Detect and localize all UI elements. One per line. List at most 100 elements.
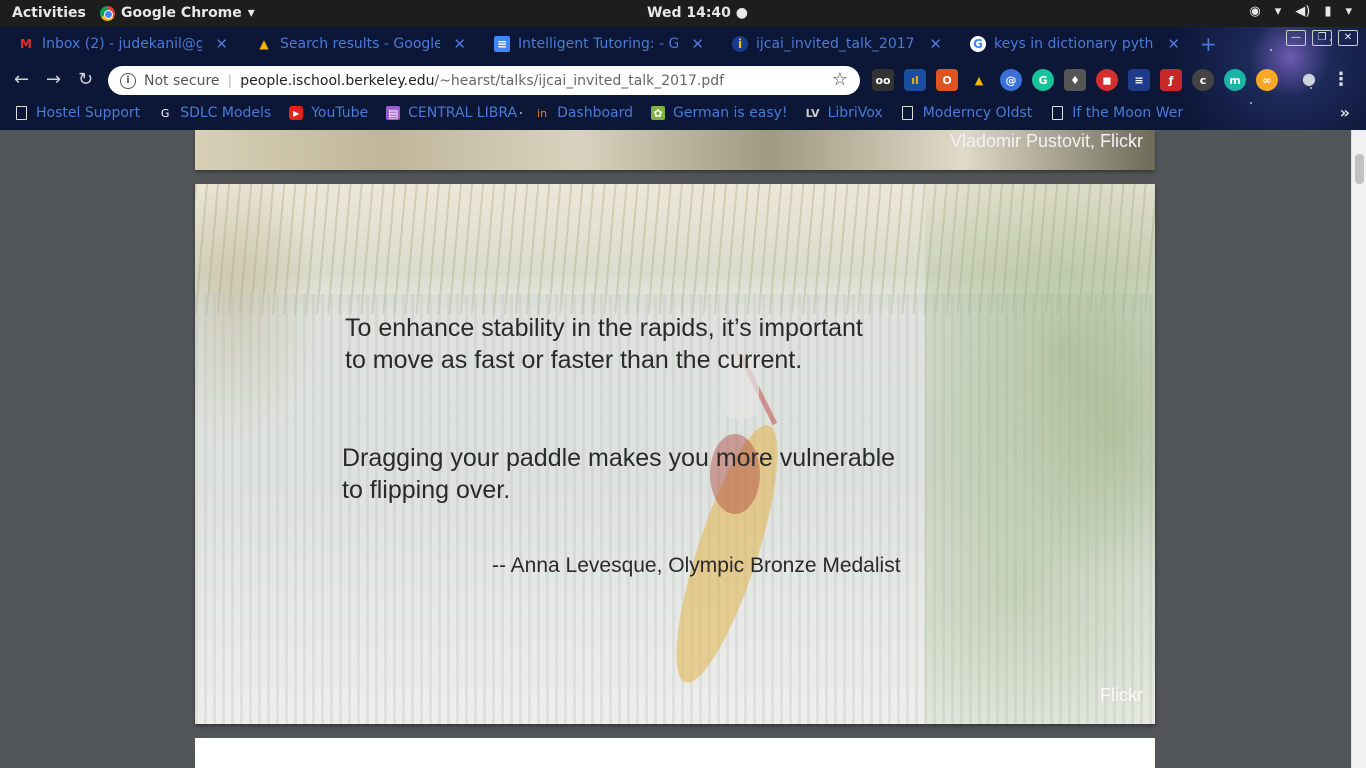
quote-line: Dragging your paddle makes you more vuln… xyxy=(342,444,896,472)
bookmark-label: Moderncy Oldst xyxy=(922,105,1033,121)
extension-at-icon[interactable]: @ xyxy=(1000,69,1022,91)
extension-m-icon[interactable]: m xyxy=(1224,69,1246,91)
youtube-icon: ▶ xyxy=(289,106,304,120)
chevron-down-icon: ▾ xyxy=(247,5,255,21)
extension-chart-icon[interactable]: ıl xyxy=(904,69,926,91)
back-arrow-icon[interactable]: ← xyxy=(14,69,29,90)
system-menu-chevron-icon: ▾ xyxy=(1345,4,1352,19)
foliage-background xyxy=(925,184,1155,724)
tab-strip: M Inbox (2) - judekanil@gm ✕ ▲ Search re… xyxy=(0,27,1290,61)
leaf-icon: ✿ xyxy=(651,106,666,120)
bookmarks-overflow-icon[interactable]: » xyxy=(1340,103,1350,122)
bookmark-moderncy-oldst[interactable]: Moderncy Oldst xyxy=(901,105,1033,121)
extension-flag-icon[interactable]: ≡ xyxy=(1128,69,1150,91)
url-host: people.ischool.berkeley.edu xyxy=(240,72,435,89)
close-icon[interactable]: ✕ xyxy=(453,35,466,53)
vertical-scrollbar[interactable] xyxy=(1351,130,1366,768)
divider: | xyxy=(227,72,233,89)
tab-pdf[interactable]: i ijcai_invited_talk_2017.pd ✕ xyxy=(714,27,952,61)
page-icon xyxy=(14,106,28,120)
bookmark-label: LibriVox xyxy=(827,105,883,121)
url-path: /~hearst/talks/ijcai_invited_talk_2017.p… xyxy=(434,72,725,89)
close-icon[interactable]: ✕ xyxy=(691,35,704,53)
next-slide xyxy=(195,738,1155,768)
bookmark-label: YouTube xyxy=(311,105,369,121)
pdf-viewer[interactable]: Vladomir Pustovit, Flickr To enhance sta… xyxy=(0,130,1366,768)
extension-flash-icon[interactable]: ƒ xyxy=(1160,69,1182,91)
close-icon[interactable]: ✕ xyxy=(929,35,942,53)
close-window-icon[interactable]: ✕ xyxy=(1338,30,1358,46)
bookmark-label: If the Moon Wer xyxy=(1072,105,1184,121)
google-icon: G xyxy=(970,36,986,52)
extension-drive-icon[interactable]: ▲ xyxy=(968,69,990,91)
bookmark-label: German is easy! xyxy=(673,105,788,121)
tab-google-docs[interactable]: ≡ Intelligent Tutoring: - Go ✕ xyxy=(476,27,714,61)
pdf-icon: i xyxy=(732,36,748,52)
tab-google-search[interactable]: G keys in dictionary python ✕ xyxy=(952,27,1190,61)
chrome-icon xyxy=(100,5,115,21)
bookmark-if-the-moon[interactable]: If the Moon Wer xyxy=(1050,105,1183,121)
bookmark-label: Dashboard xyxy=(557,105,634,121)
wifi-icon: ▾ xyxy=(1274,4,1282,19)
info-icon[interactable]: i xyxy=(120,72,136,89)
bookmark-label: SDLC Models xyxy=(180,105,272,121)
bookmark-star-icon[interactable]: ☆ xyxy=(832,69,848,90)
bookmark-central-library[interactable]: ▤ CENTRAL LIBRA xyxy=(386,105,517,121)
profile-avatar[interactable]: ● xyxy=(1302,69,1316,88)
gmail-icon: M xyxy=(20,37,32,51)
extension-cc-icon[interactable]: c xyxy=(1192,69,1214,91)
page-icon xyxy=(901,106,915,120)
more-menu-icon[interactable]: ⋮ xyxy=(1332,69,1350,90)
bookmark-label: CENTRAL LIBRA xyxy=(408,105,518,121)
extension-lightbulb-icon[interactable]: ♦ xyxy=(1064,69,1086,91)
extension-glasses-icon[interactable]: ∞ xyxy=(1256,69,1278,91)
photo-credit: Flickr xyxy=(1100,685,1143,705)
bookmark-youtube[interactable]: ▶ YouTube xyxy=(289,105,368,121)
minimize-icon[interactable]: — xyxy=(1286,30,1306,46)
new-tab-button[interactable]: + xyxy=(1200,32,1217,56)
tab-title: ijcai_invited_talk_2017.pd xyxy=(756,36,916,52)
system-tray[interactable]: ◉ ▾ ◀) ▮ ▾ xyxy=(1249,4,1352,19)
extensions-bar: oo ıl O ▲ @ G ♦ ◼ ≡ ƒ c m ∞ xyxy=(872,69,1278,91)
google-docs-icon: ≡ xyxy=(494,36,510,52)
extension-office-icon[interactable]: O xyxy=(936,69,958,91)
quote-paragraph-1: To enhance stability in the rapids, it’s… xyxy=(345,312,863,376)
bookmark-librivox[interactable]: LV LibriVox xyxy=(806,105,883,121)
tab-title: Search results - Google D xyxy=(280,36,440,52)
bookmarks-bar: Hostel Support G SDLC Models ▶ YouTube ▤ CE… xyxy=(0,99,1366,127)
reload-icon[interactable]: ↻ xyxy=(78,69,93,90)
quote-paragraph-2: Dragging your paddle makes you more vuln… xyxy=(342,442,895,506)
security-status: Not secure xyxy=(144,72,220,89)
close-icon[interactable]: ✕ xyxy=(215,35,228,53)
bookmark-german-is-easy[interactable]: ✿ German is easy! xyxy=(651,105,788,121)
bookmark-hostel-support[interactable]: Hostel Support xyxy=(14,105,140,121)
current-slide: To enhance stability in the rapids, it’s… xyxy=(195,184,1155,724)
volume-icon: ◀) xyxy=(1295,4,1311,19)
maximize-icon[interactable]: ❐ xyxy=(1312,30,1332,46)
app-menu[interactable]: Google Chrome ▾ xyxy=(100,5,255,21)
address-bar[interactable]: i Not secure | people.ischool.berkeley.e… xyxy=(108,66,860,95)
extension-grammarly-icon[interactable]: G xyxy=(1032,69,1054,91)
tab-gmail[interactable]: M Inbox (2) - judekanil@gm ✕ xyxy=(0,27,238,61)
bookmark-label: Hostel Support xyxy=(36,105,141,121)
tab-google-drive[interactable]: ▲ Search results - Google D ✕ xyxy=(238,27,476,61)
tab-title: keys in dictionary python xyxy=(994,36,1154,52)
clock-label: Wed 14:40 xyxy=(647,5,731,21)
extension-shield-icon[interactable]: ◼ xyxy=(1096,69,1118,91)
tab-title: Intelligent Tutoring: - Go xyxy=(518,36,678,52)
bookmark-sdlc-models[interactable]: G SDLC Models xyxy=(158,105,271,121)
quote-line: To enhance stability in the rapids, it’s… xyxy=(345,314,863,342)
scrollbar-thumb[interactable] xyxy=(1355,154,1364,184)
librivox-icon: LV xyxy=(805,106,820,120)
forward-arrow-icon[interactable]: → xyxy=(46,69,61,90)
quote-attribution: -- Anna Levesque, Olympic Bronze Medalis… xyxy=(492,554,901,577)
photo-credit: Vladomir Pustovit, Flickr xyxy=(949,131,1143,151)
battery-icon: ▮ xyxy=(1324,4,1332,19)
extension-owl-icon[interactable]: oo xyxy=(872,69,894,91)
bookmark-dashboard[interactable]: in Dashboard xyxy=(535,105,633,121)
clock[interactable]: Wed 14:40 ● xyxy=(647,5,748,21)
system-top-bar: Activities Google Chrome ▾ Wed 14:40 ● ◉… xyxy=(0,0,1366,27)
accessibility-icon[interactable]: ◉ xyxy=(1249,4,1260,19)
close-icon[interactable]: ✕ xyxy=(1167,35,1180,53)
activities-button[interactable]: Activities xyxy=(12,5,86,21)
